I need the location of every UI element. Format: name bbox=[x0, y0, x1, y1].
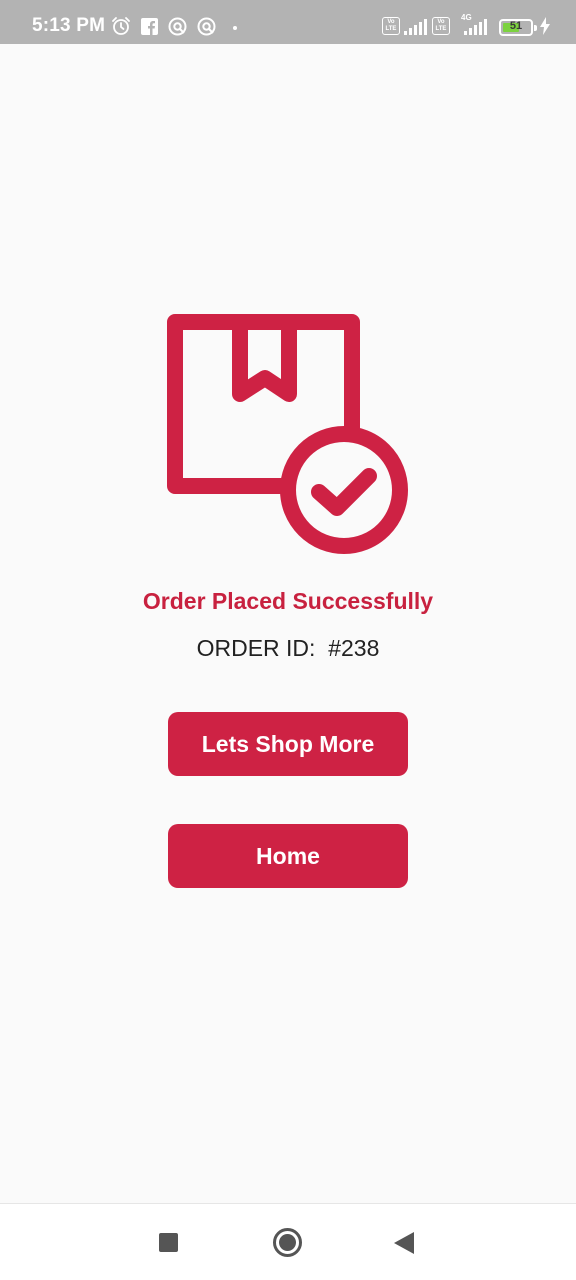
package-check-icon bbox=[165, 314, 411, 556]
home-icon[interactable] bbox=[273, 1228, 302, 1257]
app-notification-icon bbox=[196, 16, 216, 36]
home-button[interactable]: Home bbox=[168, 824, 408, 888]
status-time: 5:13 PM bbox=[32, 15, 106, 36]
battery-level: 51 bbox=[509, 20, 523, 32]
volte-icon: Vo LTE bbox=[382, 17, 400, 35]
system-navigation-bar bbox=[0, 1203, 576, 1280]
order-success-title: Order Placed Successfully bbox=[142, 588, 434, 614]
signal-strength-icon bbox=[464, 19, 487, 35]
more-notifications-dot bbox=[233, 26, 237, 30]
battery-icon: 51 bbox=[499, 19, 537, 36]
signal-strength-icon bbox=[404, 19, 427, 35]
facebook-icon bbox=[140, 16, 158, 36]
volte-icon: Vo LTE bbox=[432, 17, 450, 35]
app-notification-icon bbox=[167, 16, 187, 36]
shop-more-button[interactable]: Lets Shop More bbox=[168, 712, 408, 776]
order-id-text: ORDER ID: #238 bbox=[196, 635, 380, 661]
alarm-icon bbox=[110, 16, 132, 36]
status-bar: 5:13 PM Vo LTE Vo LTE 4G 51 bbox=[0, 0, 576, 44]
back-icon[interactable] bbox=[394, 1232, 414, 1254]
charging-icon bbox=[540, 17, 550, 40]
recents-icon[interactable] bbox=[159, 1233, 178, 1252]
